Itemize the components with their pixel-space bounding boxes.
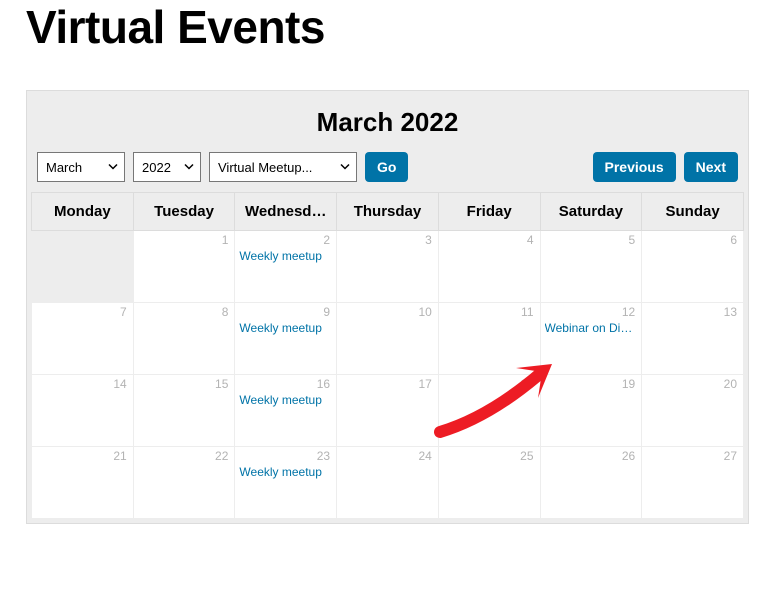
calendar-day-cell[interactable]: 7 (32, 303, 134, 375)
day-number: 17 (418, 377, 431, 391)
day-number: 13 (724, 305, 737, 319)
calendar-day-cell[interactable]: 15 (133, 375, 235, 447)
calendar-day-cell[interactable]: 20 (642, 375, 744, 447)
calendar-day-cell[interactable]: 11 (438, 303, 540, 375)
day-number: 5 (629, 233, 636, 247)
calendar-day-cell[interactable]: 26 (540, 447, 642, 519)
calendar-day-cell[interactable]: 1 (133, 231, 235, 303)
calendar-week-row: 1 2 Weekly meetup 3 4 5 6 (32, 231, 744, 303)
calendar-day-cell[interactable]: 12 Webinar on Di… (540, 303, 642, 375)
chevron-down-icon (108, 160, 118, 175)
calendar-grid: MondayTuesdayWednesd…ThursdayFridaySatur… (31, 192, 744, 519)
previous-button[interactable]: Previous (593, 152, 676, 182)
calendar-day-cell[interactable] (32, 231, 134, 303)
day-header: Wednesd… (235, 193, 337, 231)
year-select[interactable]: 2022 (133, 152, 201, 182)
day-number: 16 (317, 377, 330, 391)
day-number: 26 (622, 449, 635, 463)
calendar-day-cell[interactable]: 9 Weekly meetup (235, 303, 337, 375)
event-link[interactable]: Weekly meetup (239, 393, 332, 407)
day-header: Tuesday (133, 193, 235, 231)
chevron-down-icon (340, 160, 350, 175)
calendar-day-cell[interactable]: 2 Weekly meetup (235, 231, 337, 303)
event-link[interactable]: Weekly meetup (239, 321, 332, 335)
day-number: 24 (418, 449, 431, 463)
day-number: 2 (323, 233, 330, 247)
calendar-day-cell[interactable]: 21 (32, 447, 134, 519)
calendar-day-cell[interactable]: 8 (133, 303, 235, 375)
calendar-day-cell[interactable]: 27 (642, 447, 744, 519)
event-link[interactable]: Weekly meetup (239, 465, 332, 479)
calendar-day-cell[interactable]: 4 (438, 231, 540, 303)
day-header: Saturday (540, 193, 642, 231)
calendar-day-cell[interactable]: 22 (133, 447, 235, 519)
category-select-value: Virtual Meetup... (218, 160, 312, 175)
day-number: 6 (730, 233, 737, 247)
calendar-day-cell[interactable]: 17 (337, 375, 439, 447)
day-number: 4 (527, 233, 534, 247)
day-header: Sunday (642, 193, 744, 231)
calendar-day-cell[interactable]: 18 (438, 375, 540, 447)
calendar-day-cell[interactable]: 19 (540, 375, 642, 447)
category-select[interactable]: Virtual Meetup... (209, 152, 357, 182)
day-header: Monday (32, 193, 134, 231)
day-number: 18 (520, 377, 533, 391)
calendar-day-cell[interactable]: 25 (438, 447, 540, 519)
day-number: 19 (622, 377, 635, 391)
day-number: 9 (323, 305, 330, 319)
calendar-controls: March 2022 Virtual Meetup... Go Previous… (31, 152, 744, 192)
calendar-day-cell[interactable]: 5 (540, 231, 642, 303)
month-select[interactable]: March (37, 152, 125, 182)
calendar-day-cell[interactable]: 10 (337, 303, 439, 375)
day-number: 12 (622, 305, 635, 319)
day-header: Friday (438, 193, 540, 231)
day-number: 3 (425, 233, 432, 247)
calendar-week-row: 7 8 9 Weekly meetup 10 11 12 Webinar on Di… 13 (32, 303, 744, 375)
calendar-title: March 2022 (31, 95, 744, 152)
calendar-day-cell[interactable]: 24 (337, 447, 439, 519)
calendar-day-cell[interactable]: 6 (642, 231, 744, 303)
day-number: 23 (317, 449, 330, 463)
calendar-week-row: 14 15 16 Weekly meetup 17 18 19 20 (32, 375, 744, 447)
day-number: 8 (222, 305, 229, 319)
day-number: 7 (120, 305, 127, 319)
calendar-day-cell[interactable]: 13 (642, 303, 744, 375)
calendar-day-cell[interactable]: 14 (32, 375, 134, 447)
year-select-value: 2022 (142, 160, 171, 175)
month-select-value: March (46, 160, 82, 175)
day-number: 10 (418, 305, 431, 319)
calendar-widget: March 2022 March 2022 Virtual Meetup... … (26, 90, 749, 524)
calendar-day-cell[interactable]: 23 Weekly meetup (235, 447, 337, 519)
calendar-day-cell[interactable]: 3 (337, 231, 439, 303)
calendar-week-row: 21 22 23 Weekly meetup 24 25 26 27 (32, 447, 744, 519)
day-header: Thursday (337, 193, 439, 231)
day-number: 22 (215, 449, 228, 463)
event-link[interactable]: Weekly meetup (239, 249, 332, 263)
day-number: 14 (113, 377, 126, 391)
next-button[interactable]: Next (684, 152, 738, 182)
day-number: 11 (521, 305, 533, 319)
page-title: Virtual Events (26, 0, 749, 54)
event-link[interactable]: Webinar on Di… (545, 321, 638, 335)
day-number: 1 (222, 233, 229, 247)
day-number: 15 (215, 377, 228, 391)
calendar-day-cell[interactable]: 16 Weekly meetup (235, 375, 337, 447)
day-number: 21 (113, 449, 126, 463)
day-number: 20 (724, 377, 737, 391)
go-button[interactable]: Go (365, 152, 408, 182)
day-number: 27 (724, 449, 737, 463)
day-number: 25 (520, 449, 533, 463)
chevron-down-icon (184, 160, 194, 175)
